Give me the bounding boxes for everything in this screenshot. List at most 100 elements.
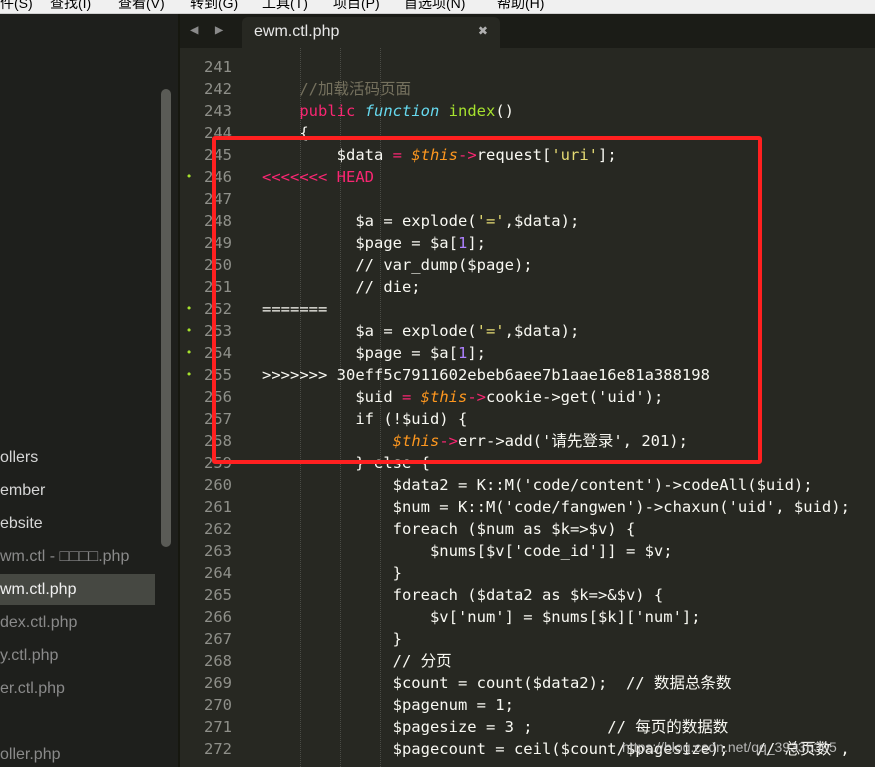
sidebar-item[interactable]: wm.ctl - □□□□.php bbox=[0, 541, 155, 572]
code-token: foreach ($num as $k=>$v) { bbox=[262, 520, 636, 538]
code-text: $page = $a[1]; bbox=[262, 232, 486, 254]
tab-ewm-ctl-php[interactable]: ewm.ctl.php ✖ bbox=[242, 17, 500, 48]
line-number: 243 bbox=[204, 102, 232, 120]
menu-item[interactable]: 帮助(H) bbox=[497, 0, 544, 13]
code-text: // die; bbox=[262, 276, 420, 298]
code-token: = bbox=[401, 388, 412, 406]
code-line: 267 } bbox=[180, 628, 875, 650]
code-token: $data2 = K::M('code/content')->codeAll($… bbox=[262, 476, 813, 494]
code-editor[interactable]: 241 242 //加载活码页面 243 public function index… bbox=[180, 48, 875, 767]
code-token: $uid bbox=[262, 388, 402, 406]
code-line: 247 bbox=[180, 188, 875, 210]
code-token: $num = K::M('code/fangwen')->chaxun('uid… bbox=[262, 498, 850, 516]
file-sidebar: ollers ember ebsite wm.ctl - □□□□.php wm.ctl… bbox=[0, 14, 180, 767]
code-text: //加载活码页面 bbox=[262, 78, 411, 100]
code-line: • 253 $a = explode('=',$data); bbox=[180, 320, 875, 342]
line-number: 251 bbox=[204, 278, 232, 296]
sidebar-item[interactable]: ember bbox=[0, 475, 155, 506]
code-token: <<<<<<< HEAD bbox=[262, 168, 374, 186]
sidebar-item[interactable]: ebsite bbox=[0, 508, 155, 539]
tab-bar: ◀ ▶ ewm.ctl.php ✖ bbox=[180, 14, 875, 48]
code-token: } bbox=[262, 630, 402, 648]
sidebar-scrollbar[interactable] bbox=[161, 89, 171, 547]
line-number: 250 bbox=[204, 256, 232, 274]
code-token: public bbox=[299, 102, 356, 120]
code-text: $a = explode('=',$data); bbox=[262, 210, 579, 232]
code-line: 243 public function index() bbox=[180, 100, 875, 122]
code-token: $page = $a[ bbox=[262, 344, 458, 362]
code-token: $this bbox=[420, 388, 468, 406]
code-line: 244 { bbox=[180, 122, 875, 144]
line-number: 249 bbox=[204, 234, 232, 252]
code-line: 242 //加载活码页面 bbox=[180, 78, 875, 100]
menu-item[interactable]: 查找(I) bbox=[50, 0, 91, 13]
menu-item[interactable]: 查看(V) bbox=[118, 0, 165, 13]
menu-item[interactable]: 工具(T) bbox=[262, 0, 308, 13]
code-token: cookie->get('uid'); bbox=[486, 388, 664, 406]
watermark: https://blog.csdn.net/qq_39335305 bbox=[622, 739, 837, 755]
code-line: 263 $nums[$v['code_id']] = $v; bbox=[180, 540, 875, 562]
menu-item[interactable]: 转到(G) bbox=[190, 0, 238, 13]
code-line: • 255 >>>>>>> 30eff5c7911602ebeb6aee7b1aae… bbox=[180, 364, 875, 386]
sidebar-item[interactable]: y.ctl.php bbox=[0, 640, 155, 671]
code-token: { bbox=[262, 124, 309, 142]
code-token: $page = $a[ bbox=[262, 234, 458, 252]
code-text: if (!$uid) { bbox=[262, 408, 467, 430]
code-line: 265 foreach ($data2 as $k=>&$v) { bbox=[180, 584, 875, 606]
menu-item[interactable]: 首选项(N) bbox=[404, 0, 465, 13]
menu-item[interactable]: 件(S) bbox=[0, 0, 33, 13]
sidebar-item[interactable]: ollers bbox=[0, 442, 155, 473]
sidebar-item[interactable]: er.ctl.php bbox=[0, 673, 155, 704]
code-token: $a = explode( bbox=[262, 322, 477, 340]
code-token: if (!$uid) { bbox=[262, 410, 468, 428]
code-token: } bbox=[262, 564, 402, 582]
code-text: $nums[$v['code_id']] = $v; bbox=[262, 540, 673, 562]
code-line: 256 $uid = $this->cookie->get('uid'); bbox=[180, 386, 875, 408]
code-token: } else { bbox=[262, 454, 430, 472]
code-line: 260 $data2 = K::M('code/content')->codeA… bbox=[180, 474, 875, 496]
code-text: foreach ($data2 as $k=>&$v) { bbox=[262, 584, 664, 606]
code-line: 262 foreach ($num as $k=>$v) { bbox=[180, 518, 875, 540]
code-text: >>>>>>> 30eff5c7911602ebeb6aee7b1aae16e8… bbox=[262, 364, 710, 386]
code-token: err->add('请先登录', 201); bbox=[458, 432, 688, 450]
code-token: function bbox=[364, 102, 440, 120]
line-number: 258 bbox=[204, 432, 232, 450]
code-token: $pagesize = 3 ; // 每页的数据数 bbox=[262, 718, 729, 736]
code-line: 261 $num = K::M('code/fangwen')->chaxun(… bbox=[180, 496, 875, 518]
code-token: $pagenum = 1; bbox=[262, 696, 514, 714]
sidebar-item[interactable]: oller.php bbox=[0, 739, 155, 767]
code-line: 269 $count = count($data2); // 数据总条数 bbox=[180, 672, 875, 694]
tab-title: ewm.ctl.php bbox=[254, 23, 340, 40]
line-number: 246 bbox=[204, 168, 232, 186]
code-text: ======= bbox=[262, 298, 327, 320]
code-line: 266 $v['num'] = $nums[$k]['num']; bbox=[180, 606, 875, 628]
line-number: 269 bbox=[204, 674, 232, 692]
tab-nav-arrows-icon[interactable]: ◀ ▶ bbox=[190, 22, 227, 38]
code-text: public function index() bbox=[262, 100, 514, 122]
line-number: 248 bbox=[204, 212, 232, 230]
code-token: '=' bbox=[476, 212, 505, 230]
code-text: $page = $a[1]; bbox=[262, 342, 486, 364]
line-number: 254 bbox=[204, 344, 232, 362]
sidebar-item[interactable]: dex.ctl.php bbox=[0, 607, 155, 638]
code-token: $v['num'] = $nums[$k]['num']; bbox=[262, 608, 701, 626]
code-token: // var_dump($page); bbox=[262, 256, 533, 274]
line-number: 261 bbox=[204, 498, 232, 516]
line-number: 247 bbox=[204, 190, 232, 208]
code-line: 248 $a = explode('=',$data); bbox=[180, 210, 875, 232]
code-text: { bbox=[262, 122, 309, 144]
menu-item[interactable]: 项目(P) bbox=[333, 0, 380, 13]
code-token: ,$data); bbox=[504, 322, 580, 340]
code-token: request[ bbox=[476, 146, 552, 164]
code-text: $count = count($data2); // 数据总条数 bbox=[262, 672, 732, 694]
code-text: // var_dump($page); bbox=[262, 254, 533, 276]
tab-close-icon[interactable]: ✖ bbox=[478, 21, 488, 40]
code-token: = bbox=[392, 146, 402, 164]
line-number: 244 bbox=[204, 124, 232, 142]
code-token: () bbox=[495, 102, 515, 120]
code-token: '=' bbox=[476, 322, 505, 340]
line-number: 263 bbox=[204, 542, 232, 560]
sidebar-item[interactable]: wm.ctl.php bbox=[0, 574, 155, 605]
line-number: 256 bbox=[204, 388, 232, 406]
